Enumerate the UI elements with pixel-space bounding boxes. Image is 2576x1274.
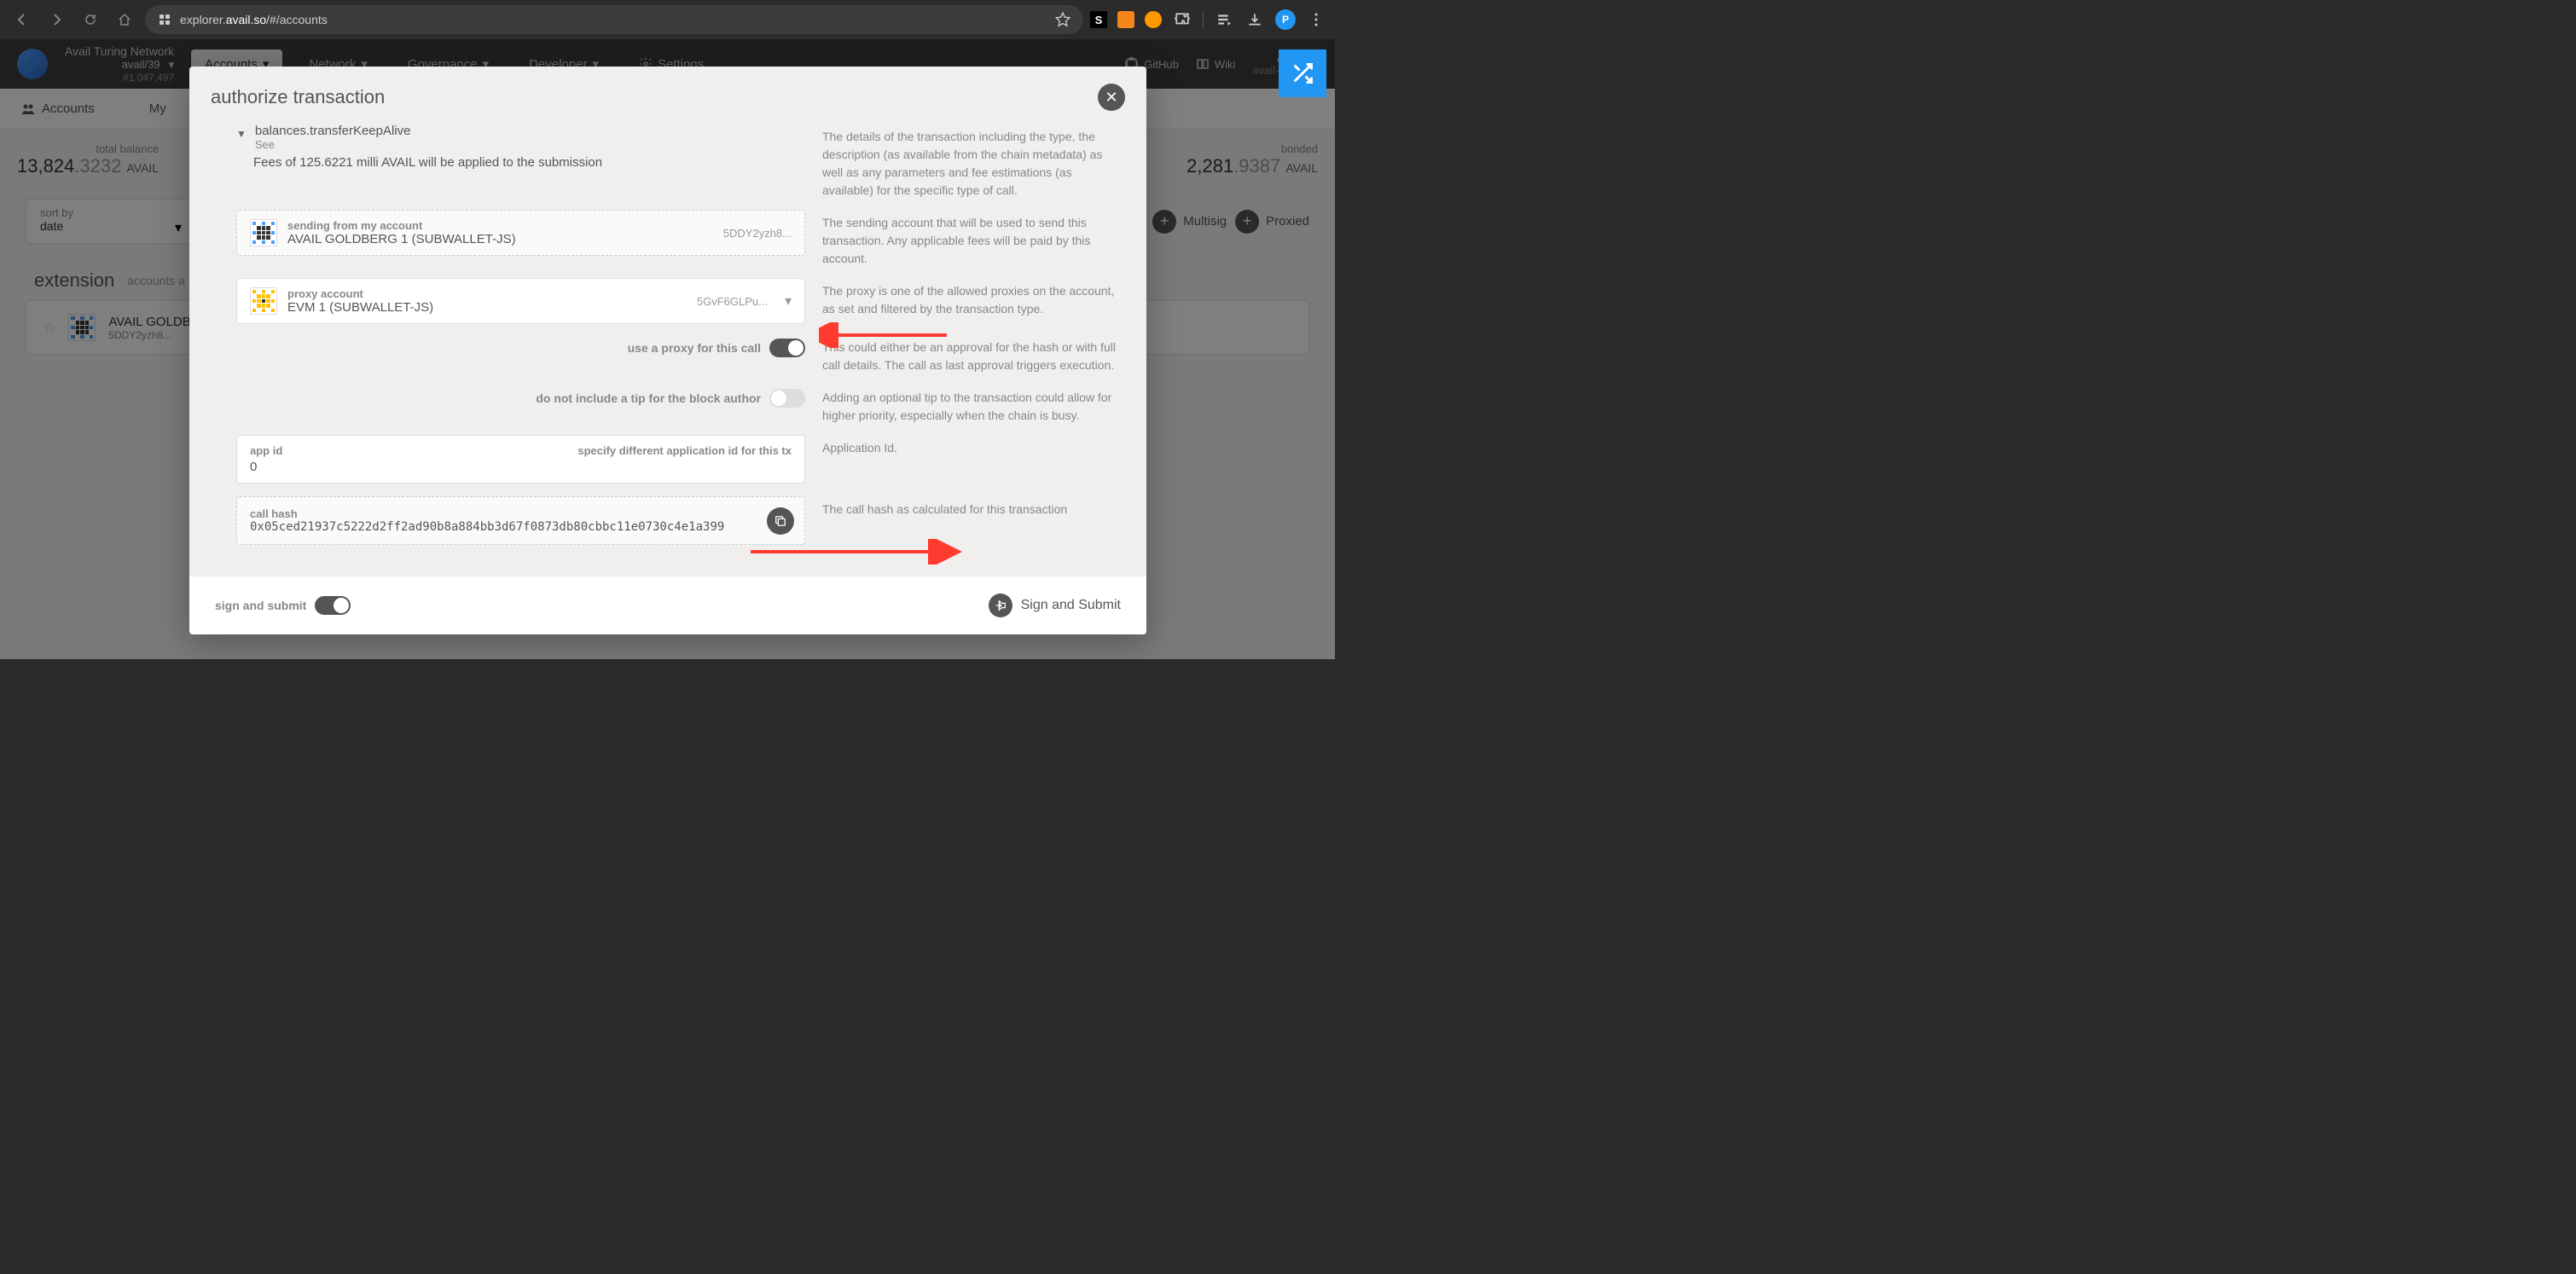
proxy-account-dropdown[interactable]: proxy account EVM 1 (SUBWALLET-JS) 5GvF6… (236, 278, 805, 324)
menu-dots-icon[interactable] (1306, 9, 1326, 30)
hash-value: 0x05ced21937c5222d2ff2ad90b8a884bb3d67f0… (250, 520, 792, 534)
call-name: balances.transferKeepAlive (255, 124, 411, 138)
identicon (250, 287, 277, 315)
shuffle-button[interactable] (1279, 49, 1326, 97)
appid-label: app id (250, 444, 282, 457)
call-hash-box: call hash 0x05ced21937c5222d2ff2ad90b8a8… (236, 496, 805, 545)
appid-value: 0 (250, 460, 792, 474)
extension-s-icon[interactable]: S (1090, 11, 1107, 28)
help-hash: The call hash as calculated for this tra… (822, 496, 1125, 545)
proxy-toggle[interactable] (769, 339, 805, 357)
sign-submit-label: sign and submit (215, 599, 306, 612)
help-appid: Application Id. (822, 435, 1125, 484)
browser-chrome: explorer.avail.so/#/accounts S P (0, 0, 1335, 39)
extensions-puzzle-icon[interactable] (1172, 9, 1192, 30)
proxy-value: EVM 1 (SUBWALLET-JS) (287, 300, 687, 315)
help-proxy: The proxy is one of the allowed proxies … (822, 278, 1125, 324)
see-link[interactable]: See (255, 138, 411, 151)
sending-address: 5DDY2yzh8... (723, 227, 792, 240)
chevron-down-icon: ▾ (785, 292, 792, 310)
appid-input[interactable]: app id specify different application id … (236, 435, 805, 484)
submit-icon (989, 594, 1012, 617)
site-settings-icon (158, 13, 171, 26)
tip-toggle[interactable] (769, 389, 805, 408)
download-icon[interactable] (1244, 9, 1265, 30)
extension-p-icon[interactable] (1145, 11, 1162, 28)
extension-metamask-icon[interactable] (1117, 11, 1134, 28)
authorize-transaction-modal: authorize transaction ✕ ▼ balances.trans… (189, 67, 1146, 634)
appid-hint: specify different application id for thi… (577, 444, 792, 457)
help-sending: The sending account that will be used to… (822, 210, 1125, 268)
help-tip: Adding an optional tip to the transactio… (822, 385, 1125, 425)
sign-submit-button[interactable]: Sign and Submit (989, 594, 1121, 617)
fee-text: Fees of 125.6221 milli AVAIL will be app… (211, 155, 805, 180)
tip-toggle-label: do not include a tip for the block autho… (536, 391, 761, 405)
sign-submit-toggle[interactable] (315, 596, 351, 615)
proxy-toggle-label: use a proxy for this call (628, 341, 761, 355)
sending-account-box: sending from my account AVAIL GOLDBERG 1… (236, 210, 805, 256)
forward-button[interactable] (43, 6, 70, 33)
help-details: The details of the transaction including… (822, 124, 1125, 200)
reload-button[interactable] (77, 6, 104, 33)
star-icon[interactable] (1055, 12, 1070, 27)
copy-icon (775, 515, 786, 527)
extension-icons: S P (1090, 9, 1326, 30)
proxy-address: 5GvF6GLPu... (697, 295, 768, 308)
hash-label: call hash (250, 507, 792, 520)
help-proxy-toggle: This could either be an approval for the… (822, 334, 1125, 374)
url-text: explorer.avail.so/#/accounts (180, 13, 328, 26)
home-button[interactable] (111, 6, 138, 33)
proxy-label: proxy account (287, 287, 687, 300)
modal-footer: sign and submit Sign and Submit (189, 576, 1146, 634)
shuffle-icon (1291, 61, 1314, 85)
back-button[interactable] (9, 6, 36, 33)
identicon (250, 219, 277, 246)
modal-title: authorize transaction (211, 86, 385, 108)
url-bar[interactable]: explorer.avail.so/#/accounts (145, 5, 1083, 34)
profile-icon[interactable]: P (1275, 9, 1296, 30)
playlist-icon[interactable] (1214, 9, 1234, 30)
caret-down-icon[interactable]: ▼ (236, 128, 247, 140)
sending-value: AVAIL GOLDBERG 1 (SUBWALLET-JS) (287, 232, 713, 246)
sending-label: sending from my account (287, 219, 713, 232)
copy-button[interactable] (767, 507, 794, 535)
close-button[interactable]: ✕ (1098, 84, 1125, 111)
